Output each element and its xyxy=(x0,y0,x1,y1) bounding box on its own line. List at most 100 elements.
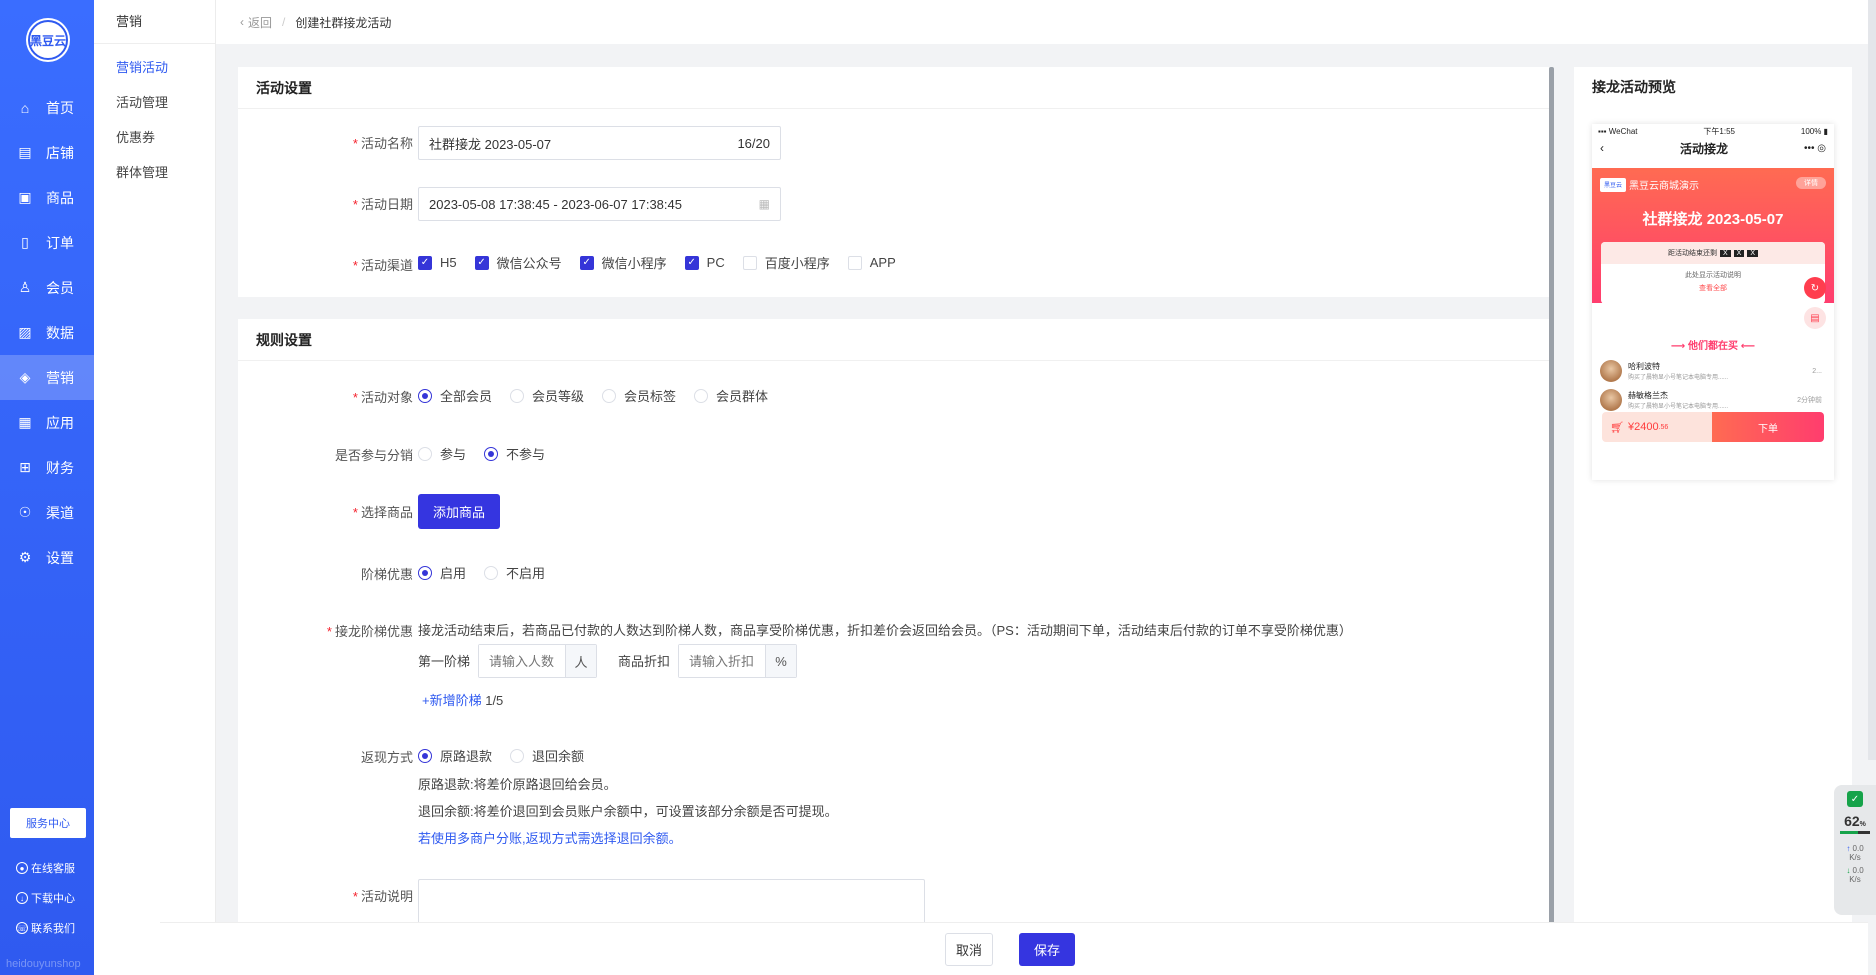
footer-bar: 取消 保存 xyxy=(160,922,1868,975)
distribution-radio[interactable]: 参与 xyxy=(418,444,466,463)
channel-checkbox[interactable]: ✓ 微信公众号 xyxy=(474,253,562,272)
phone-nav: ‹ 活动接龙 ••• ◎ xyxy=(1592,138,1834,158)
add-tier-link[interactable]: +新增阶梯 xyxy=(422,693,482,708)
people-input[interactable] xyxy=(479,645,565,677)
nav-item[interactable]: ⌂ 首页 xyxy=(0,85,94,130)
channel-checkbox[interactable]: APP xyxy=(847,255,896,270)
target-radio[interactable]: 会员等级 xyxy=(510,386,584,405)
content-scrollbar[interactable] xyxy=(1549,67,1554,925)
target-radio-group: 全部会员 会员等级 会员标签 会员群体 xyxy=(418,386,786,405)
order-button: 下单 xyxy=(1712,412,1824,442)
countdown-row: 距活动结束还剩 X X X xyxy=(1601,242,1825,264)
checkmark-icon: ✓ xyxy=(418,255,432,270)
channel-icon: ☉ xyxy=(18,504,32,520)
subnav-item[interactable]: 群体管理 xyxy=(94,155,215,190)
channel-checkbox[interactable]: 百度小程序 xyxy=(742,253,830,272)
refund-radio[interactable]: 原路退款 xyxy=(418,746,492,765)
target-radio[interactable]: 会员群体 xyxy=(694,386,768,405)
chevron-left-icon: ‹ xyxy=(240,15,244,29)
side-link[interactable]: ↓ 下载中心 xyxy=(16,883,75,913)
battery-icon: 100% ▮ xyxy=(1800,126,1828,136)
side-links: ● 在线客服 ↓ 下载中心 ☏ 联系我们 xyxy=(16,853,75,943)
target-radio[interactable]: 会员标签 xyxy=(602,386,676,405)
description-textarea[interactable] xyxy=(418,879,925,925)
channel-checkbox[interactable]: ✓ 微信小程序 xyxy=(579,253,667,272)
side-link[interactable]: ☏ 联系我们 xyxy=(16,913,75,943)
channel-checkbox[interactable]: ✓ PC xyxy=(684,255,725,270)
detail-tag: 详情 xyxy=(1796,177,1826,189)
secondary-sidebar: 营销 营销活动 活动管理 优惠券 群体管理 xyxy=(94,0,216,975)
nav-item[interactable]: ▯ 订单 xyxy=(0,220,94,265)
activity-date-value: 2023-05-08 17:38:45 - 2023-06-07 17:38:4… xyxy=(429,196,682,212)
buyer-name: 哈利波特 xyxy=(1628,362,1660,371)
activity-date-picker[interactable]: 2023-05-08 17:38:45 - 2023-06-07 17:38:4… xyxy=(418,187,781,221)
buyer-name: 赫敏格兰杰 xyxy=(1628,391,1668,400)
refund-note-multimerchant[interactable]: 若使用多商户分账,返现方式需选择退回余额。 xyxy=(418,828,682,847)
home-icon: ⌂ xyxy=(20,99,30,116)
radio-empty-icon xyxy=(484,565,499,580)
countdown-hour: X xyxy=(1733,249,1745,257)
back-link[interactable]: ‹ 返回 xyxy=(240,14,272,31)
activity-channel-label: * 活动渠道 xyxy=(352,258,413,273)
side-link[interactable]: ● 在线客服 xyxy=(16,853,75,883)
people-unit: 人 xyxy=(565,645,596,677)
shield-icon: ✓ xyxy=(1847,791,1863,807)
buyer-desc: 购买了晨物显小号笔记本电脑专用...... xyxy=(1628,375,1729,381)
tier-radio[interactable]: 不启用 xyxy=(484,563,545,582)
data-icon: ▨ xyxy=(18,324,32,340)
target-radio[interactable]: 全部会员 xyxy=(418,386,492,405)
nav-label: 设置 xyxy=(46,549,74,566)
subnav-item[interactable]: 营销活动 xyxy=(94,50,215,85)
channel-checkbox[interactable]: ✓ H5 xyxy=(418,255,457,270)
add-goods-button[interactable]: 添加商品 xyxy=(418,494,500,529)
save-button[interactable]: 保存 xyxy=(1019,933,1075,966)
tier-radio[interactable]: 启用 xyxy=(418,563,466,582)
phone-status-bar: ▪▪▪ WeChat 下午1:55 100% ▮ xyxy=(1592,124,1834,138)
nav-item[interactable]: ☉ 渠道 xyxy=(0,490,94,535)
checkmark-icon: ✓ xyxy=(474,255,489,270)
tier-discount-label: * 接龙阶梯优惠 xyxy=(326,624,413,639)
refund-note-balance: 退回余额:将差价退回到会员账户余额中，可设置该部分余额是否可提现。 xyxy=(418,804,838,819)
network-monitor-widget[interactable]: ✓ 62% ↑ 0.0 K/s ↓ 0.0 K/s xyxy=(1834,785,1876,915)
see-all-link: 查看全部 xyxy=(1699,285,1727,292)
subnav-item[interactable]: 活动管理 xyxy=(94,85,215,120)
checkmark-icon: ✓ xyxy=(579,255,594,270)
channel-label: APP xyxy=(869,255,896,270)
checkbox-empty-icon xyxy=(847,255,862,270)
tier-description: 接龙活动结束后，若商品已付款的人数达到阶梯人数，商品享受阶梯优惠，折扣差价会返回… xyxy=(418,623,1352,638)
service-center-button[interactable]: 服务中心 xyxy=(10,808,86,838)
channel-checkbox-group: ✓ H5 ✓ 微信公众号 ✓ 微信小程序 ✓ PC 百度小程序 APP xyxy=(418,253,914,272)
tier-option-label: 不启用 xyxy=(506,566,546,581)
calendar-icon: ▦ xyxy=(758,197,770,211)
nav-item[interactable]: ♙ 会员 xyxy=(0,265,94,310)
member-icon: ♙ xyxy=(18,279,32,295)
nav-item[interactable]: ▤ 店铺 xyxy=(0,130,94,175)
distribution-option-label: 参与 xyxy=(440,447,467,462)
brand-logo[interactable]: 黑豆云 xyxy=(28,20,68,60)
nav-item[interactable]: ⊞ 财务 xyxy=(0,445,94,490)
nav-item[interactable]: ⚙ 设置 xyxy=(0,535,94,580)
distribution-radio[interactable]: 不参与 xyxy=(484,444,545,463)
nav-label: 应用 xyxy=(46,414,74,431)
page-scrollbar[interactable] xyxy=(1868,0,1876,760)
radio-empty-icon xyxy=(602,388,617,403)
refund-radio[interactable]: 退回余额 xyxy=(510,746,584,765)
activity-date-label: * 活动日期 xyxy=(352,197,413,212)
description-label: * 活动说明 xyxy=(352,889,413,904)
nav-item[interactable]: ▦ 应用 xyxy=(0,400,94,445)
status-time: 下午1:55 xyxy=(1703,126,1735,136)
activity-name-input[interactable]: 社群接龙 2023-05-07 16/20 xyxy=(418,126,781,160)
discount-input[interactable] xyxy=(679,645,765,677)
side-link-label: 在线客服 xyxy=(31,863,75,875)
nav-item[interactable]: ◈ 营销 xyxy=(0,355,94,400)
activity-name-value: 社群接龙 2023-05-07 xyxy=(429,136,552,152)
distribution-option-label: 不参与 xyxy=(506,447,546,462)
cancel-button[interactable]: 取消 xyxy=(945,933,993,966)
radio-empty-icon xyxy=(510,748,525,763)
nav-item[interactable]: ▨ 数据 xyxy=(0,310,94,355)
nav-item[interactable]: ▣ 商品 xyxy=(0,175,94,220)
discount-label: 商品折扣 xyxy=(618,654,671,669)
target-option-label: 全部会员 xyxy=(440,389,493,404)
subnav-item[interactable]: 优惠券 xyxy=(94,120,215,155)
order-icon: ▯ xyxy=(21,234,29,250)
